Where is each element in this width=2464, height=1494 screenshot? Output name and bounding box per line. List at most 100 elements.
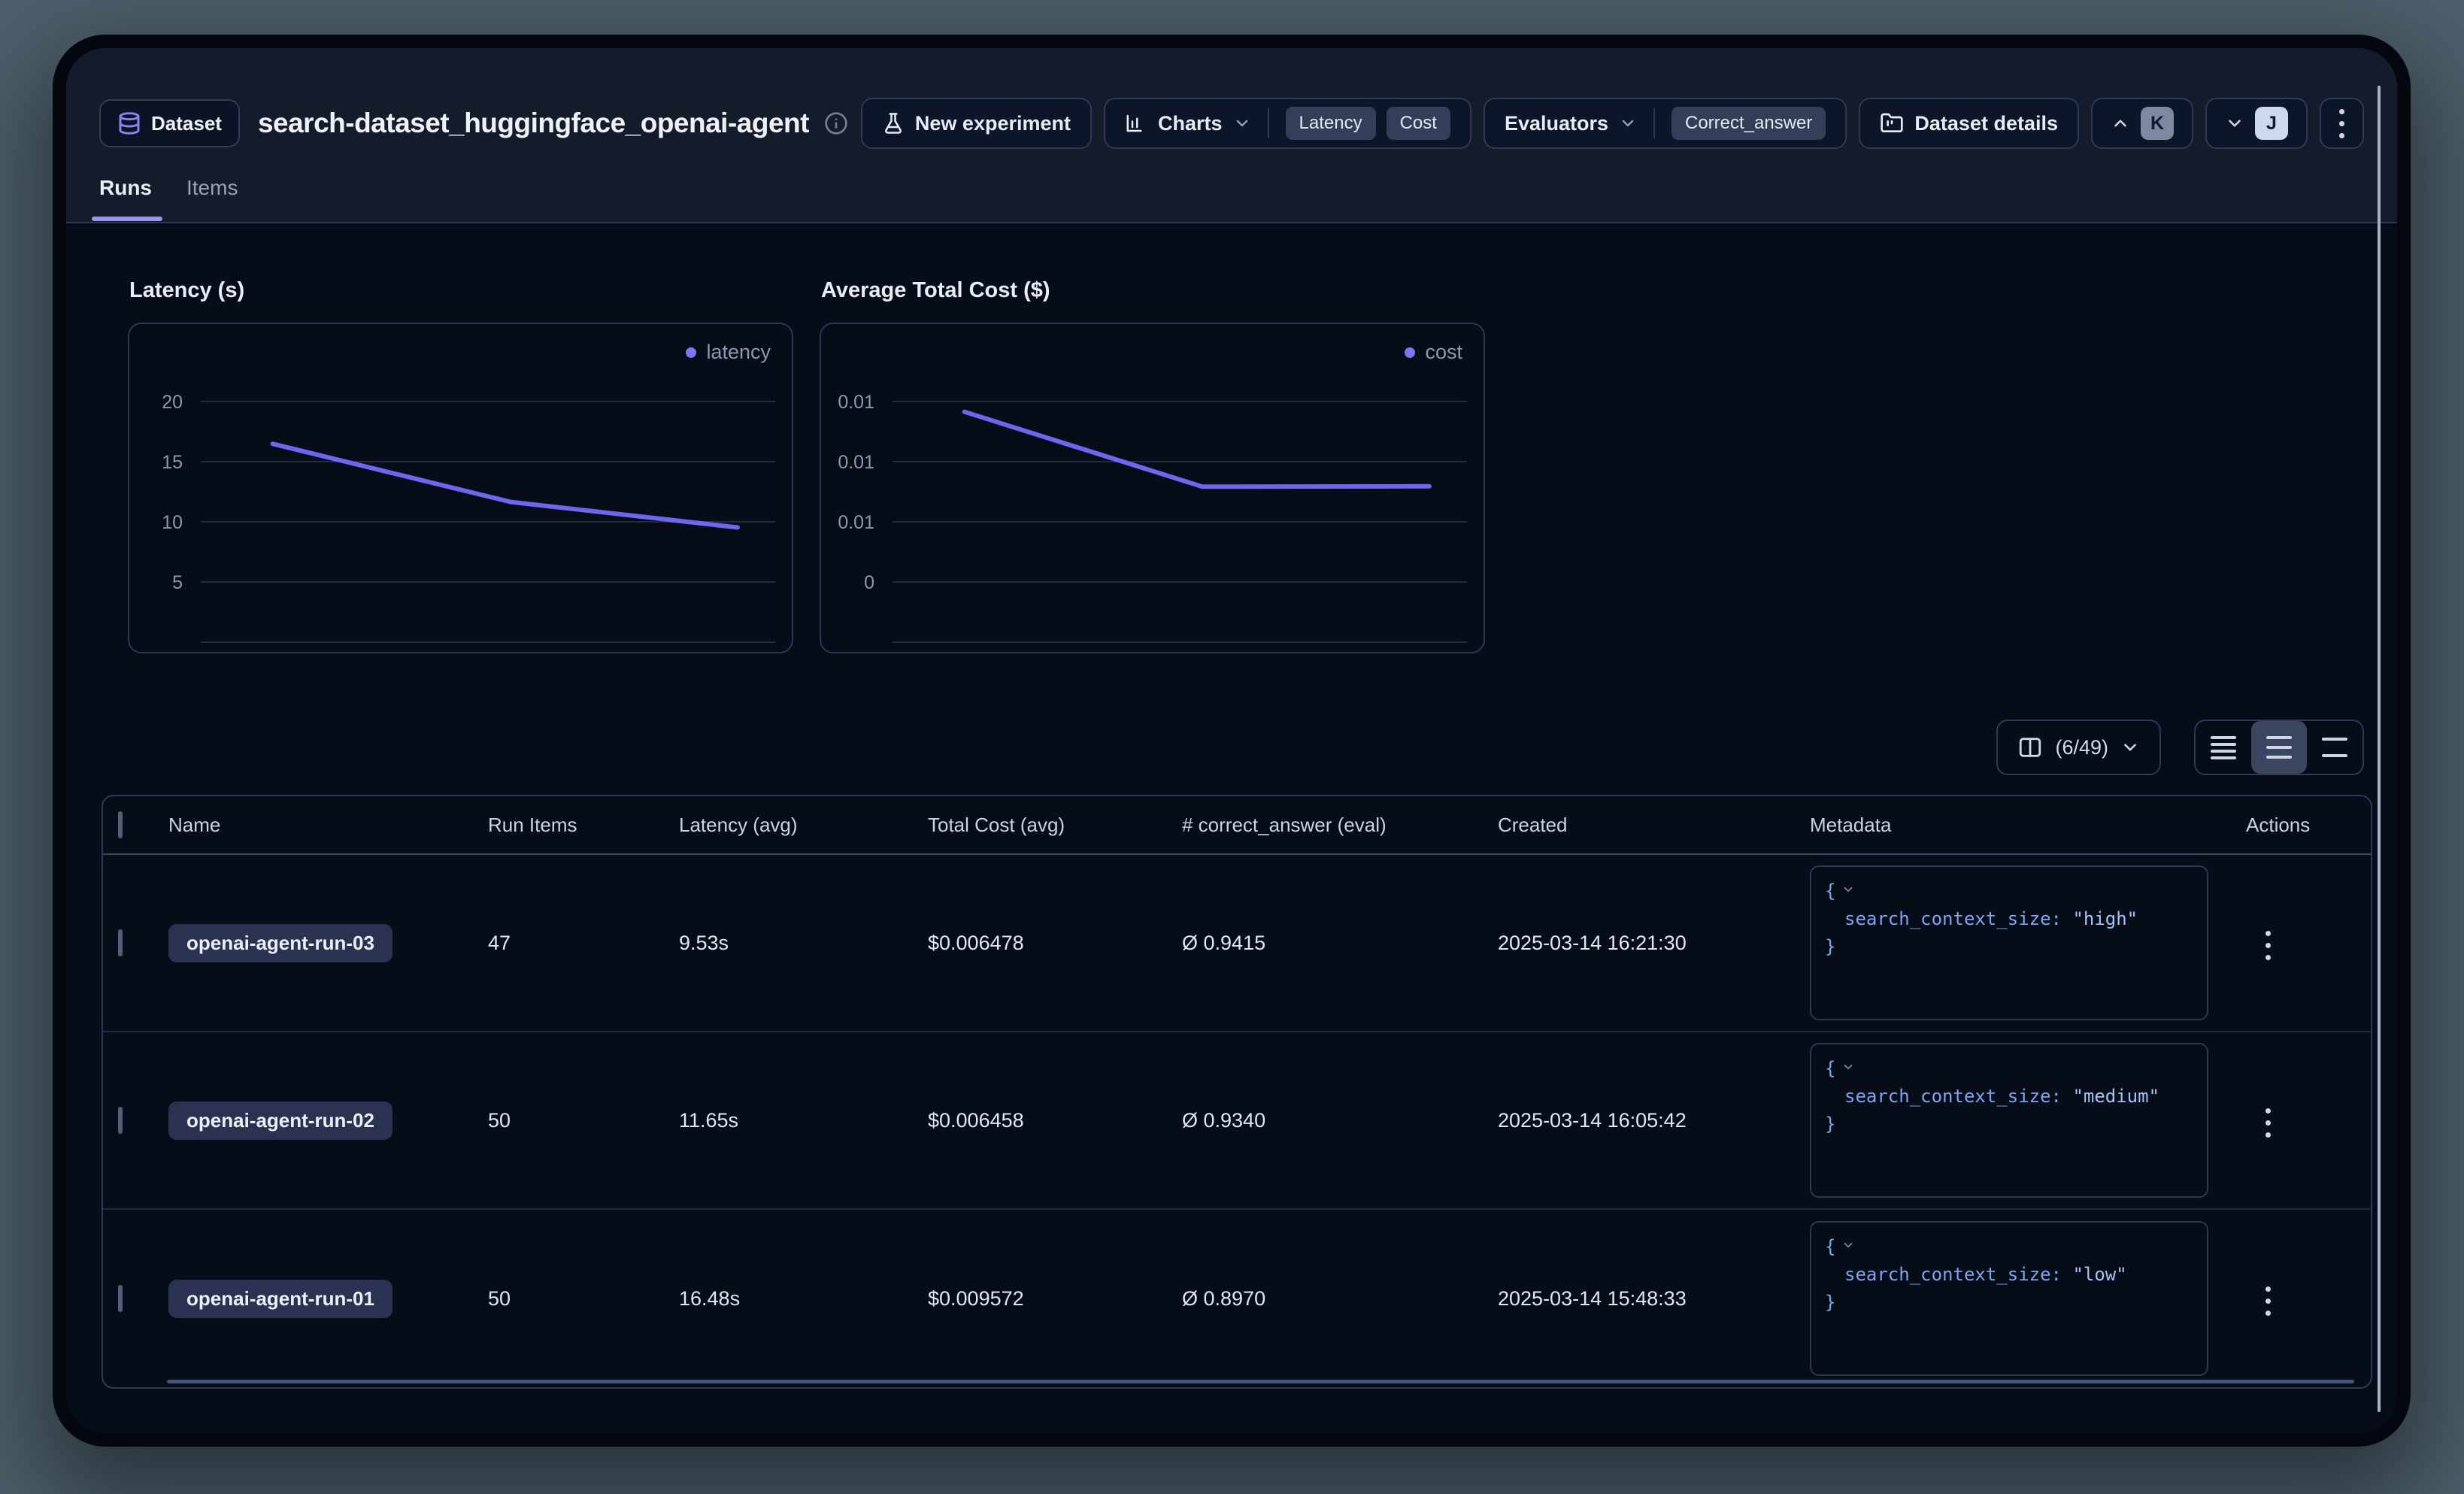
previous-run-shortcut-button[interactable]: K [2091, 98, 2193, 149]
columns-icon [2017, 735, 2043, 760]
select-all-checkbox[interactable] [118, 811, 123, 838]
evaluator-tag-correct-answer[interactable]: Correct_answer [1671, 107, 1826, 140]
shortcut-key-j: J [2255, 107, 2288, 140]
json-property: search_context_size: "low" [1825, 1261, 2193, 1289]
page-title: search-dataset_huggingface_openai-agent [258, 108, 809, 139]
new-experiment-button[interactable]: New experiment [861, 98, 1092, 149]
column-header-correct-answer[interactable]: # correct_answer (eval) [1182, 814, 1498, 837]
chevron-down-icon [1233, 114, 1251, 132]
dataset-details-button[interactable]: Dataset details [1859, 98, 2079, 149]
metadata-json-viewer[interactable]: { search_context_size: "medium" } [1810, 1043, 2208, 1198]
dataset-details-label: Dataset details [1914, 112, 2058, 135]
json-close-brace: } [1825, 1289, 2193, 1317]
run-items-value: 50 [488, 1287, 679, 1311]
table-controls: (6/49) [99, 720, 2364, 775]
column-header-total-cost[interactable]: Total Cost (avg) [928, 814, 1182, 837]
row-checkbox[interactable] [118, 929, 123, 956]
svg-text:0.01: 0.01 [838, 392, 874, 413]
new-experiment-label: New experiment [915, 112, 1071, 135]
column-selector-count: (6/49) [2055, 736, 2108, 759]
row-height-large-button[interactable] [2307, 721, 2362, 774]
json-property: search_context_size: "high" [1825, 905, 2193, 933]
dataset-badge-label: Dataset [151, 112, 222, 135]
collapse-chevron-icon[interactable] [1841, 1060, 1855, 1074]
table-row[interactable]: openai-agent-run-01 50 16.48s $0.009572 … [103, 1210, 2371, 1387]
svg-text:0.01: 0.01 [838, 512, 874, 533]
info-icon[interactable] [824, 111, 848, 135]
rows-medium-icon [2266, 736, 2292, 759]
folder-kanban-icon [1880, 111, 1904, 135]
run-name-badge[interactable]: openai-agent-run-01 [168, 1280, 392, 1318]
metadata-json-viewer[interactable]: { search_context_size: "low" } [1810, 1221, 2208, 1376]
line-chart: 2015105 [129, 324, 792, 652]
chevron-down-icon [2225, 114, 2244, 133]
chevron-down-icon [2120, 738, 2140, 757]
latency-value: 16.48s [679, 1287, 928, 1311]
total-cost-value: $0.006478 [928, 932, 1182, 955]
created-value: 2025-03-14 16:05:42 [1498, 1109, 1810, 1132]
vertical-scrollbar[interactable] [2378, 86, 2381, 1412]
chart-tag-latency[interactable]: Latency [1286, 107, 1376, 140]
kebab-menu-icon [2265, 1108, 2271, 1138]
row-actions-menu-button[interactable] [2255, 1100, 2281, 1145]
column-header-metadata[interactable]: Metadata [1810, 814, 2246, 837]
column-header-name[interactable]: Name [168, 814, 488, 837]
chevron-down-icon [1619, 114, 1637, 132]
chart-title: Latency (s) [129, 278, 793, 303]
row-height-small-button[interactable] [2196, 721, 2251, 774]
row-actions-menu-button[interactable] [2255, 923, 2281, 968]
json-open-brace: { [1825, 877, 2193, 905]
column-header-created[interactable]: Created [1498, 814, 1810, 837]
column-selector-button[interactable]: (6/49) [1996, 720, 2161, 775]
row-height-medium-button[interactable] [2251, 721, 2307, 774]
divider [1653, 108, 1655, 138]
charts-dropdown-button[interactable]: Charts Latency Cost [1104, 98, 1471, 149]
svg-text:0: 0 [864, 572, 874, 593]
app-header: Dataset search-dataset_huggingface_opena… [99, 98, 2364, 149]
svg-text:10: 10 [162, 512, 183, 533]
tab-items[interactable]: Items [186, 176, 238, 220]
row-checkbox[interactable] [118, 1107, 123, 1134]
collapse-chevron-icon[interactable] [1841, 883, 1855, 896]
metadata-json-viewer[interactable]: { search_context_size: "high" } [1810, 865, 2208, 1020]
latency-value: 9.53s [679, 932, 928, 955]
chart-tag-cost[interactable]: Cost [1387, 107, 1450, 140]
run-items-value: 50 [488, 1109, 679, 1132]
app-window: Dataset search-dataset_huggingface_opena… [66, 48, 2397, 1433]
total-cost-value: $0.006458 [928, 1109, 1182, 1132]
table-row[interactable]: openai-agent-run-03 47 9.53s $0.006478 Ø… [103, 855, 2371, 1032]
table-body: openai-agent-run-03 47 9.53s $0.006478 Ø… [103, 855, 2371, 1387]
column-header-run-items[interactable]: Run Items [488, 814, 679, 837]
run-items-value: 47 [488, 932, 679, 955]
rows-large-icon [2322, 738, 2347, 757]
runs-table: Name Run Items Latency (avg) Total Cost … [102, 795, 2372, 1389]
kebab-menu-icon [2265, 931, 2271, 960]
horizontal-scrollbar[interactable] [167, 1380, 2354, 1383]
tab-runs[interactable]: Runs [99, 176, 152, 220]
run-name-badge[interactable]: openai-agent-run-03 [168, 924, 392, 962]
json-close-brace: } [1825, 933, 2193, 961]
chart-card: latency 2015105 [128, 323, 793, 653]
tab-items-label: Items [186, 176, 238, 199]
svg-text:20: 20 [162, 392, 183, 413]
collapse-chevron-icon[interactable] [1841, 1238, 1855, 1252]
chart-card: cost 0.010.010.010 [820, 323, 1485, 653]
table-header-row: Name Run Items Latency (avg) Total Cost … [103, 796, 2371, 855]
table-row[interactable]: openai-agent-run-02 50 11.65s $0.006458 … [103, 1032, 2371, 1210]
next-run-shortcut-button[interactable]: J [2205, 98, 2308, 149]
dataset-type-badge: Dataset [99, 99, 240, 147]
evaluators-dropdown-button[interactable]: Evaluators Correct_answer [1484, 98, 1847, 149]
line-chart: 0.010.010.010 [821, 324, 1484, 652]
run-name-badge[interactable]: openai-agent-run-02 [168, 1102, 392, 1140]
kebab-menu-icon [2265, 1286, 2271, 1316]
column-header-actions: Actions [2246, 814, 2372, 837]
kebab-menu-icon [2339, 109, 2344, 138]
header-more-menu-button[interactable] [2320, 98, 2364, 149]
correct-answer-value: Ø 0.9415 [1182, 932, 1498, 955]
chevron-up-icon [2111, 114, 2130, 133]
column-header-latency[interactable]: Latency (avg) [679, 814, 928, 837]
database-icon [117, 110, 141, 137]
charts-row: Latency (s) latency 2015105 Average Tota… [128, 278, 2364, 653]
row-actions-menu-button[interactable] [2255, 1278, 2281, 1323]
row-checkbox[interactable] [118, 1285, 123, 1312]
